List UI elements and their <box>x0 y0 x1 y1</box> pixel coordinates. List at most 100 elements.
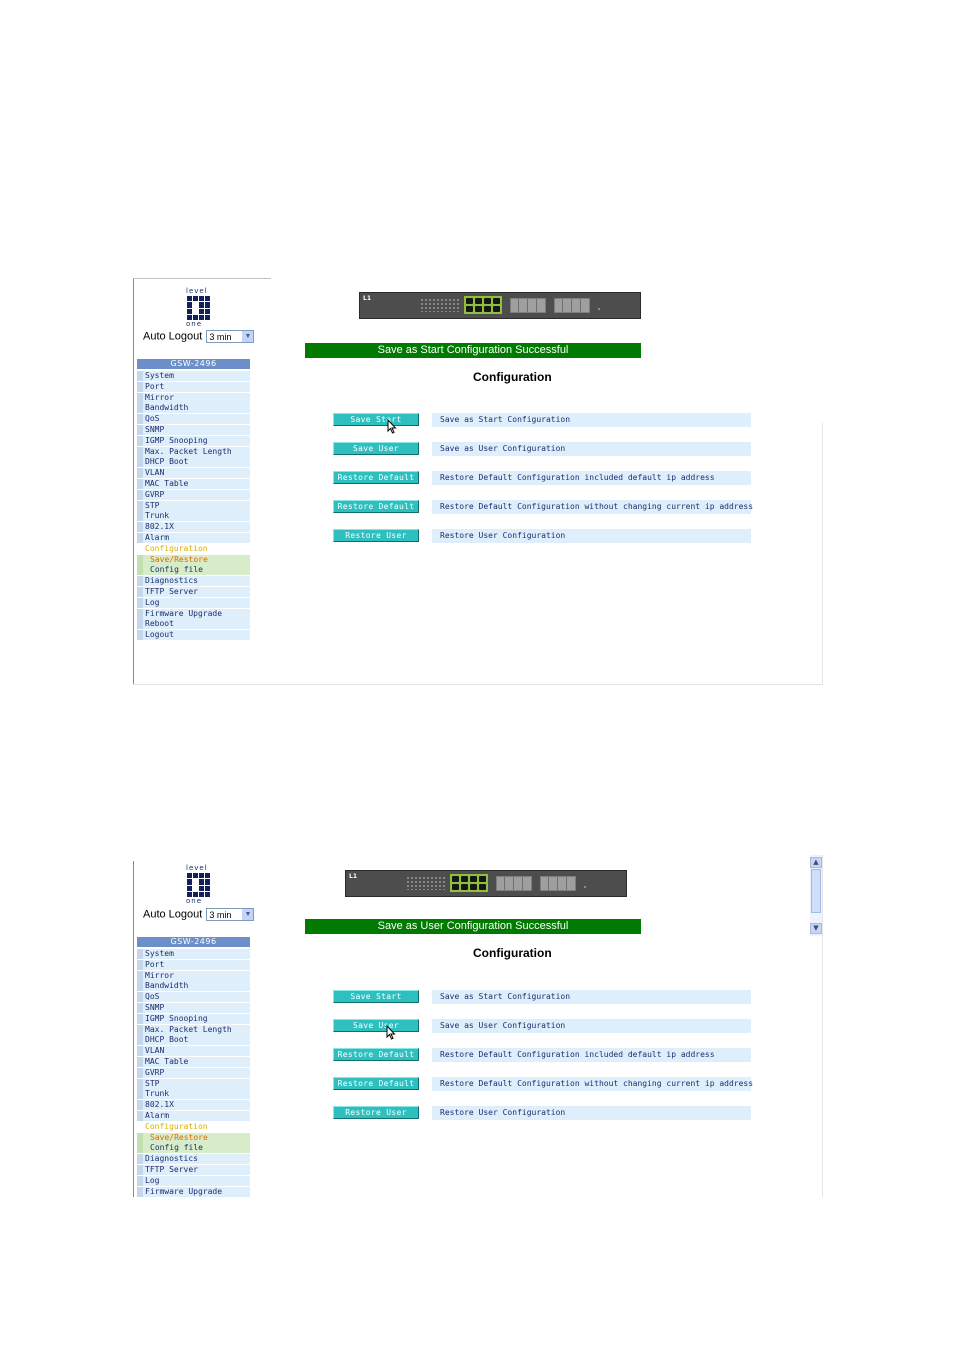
page-title: Configuration <box>473 946 552 960</box>
sidebar-item-save-restore[interactable]: Save/Restore <box>137 554 250 565</box>
sidebar-item-max-packet-length[interactable]: Max. Packet Length <box>137 446 250 457</box>
sidebar-item-alarm[interactable]: Alarm <box>137 532 250 543</box>
switch-front-panel-image: L1 <box>359 292 641 319</box>
sidebar-item-alarm[interactable]: Alarm <box>137 1110 250 1121</box>
logo-text-top: level <box>186 287 208 295</box>
restore-user-button[interactable]: Restore User <box>333 529 419 542</box>
sidebar-item-dhcp-boot[interactable]: DHCP Boot <box>137 457 250 468</box>
frame-line <box>133 861 134 1197</box>
logo-mark-icon <box>187 296 211 320</box>
sidebar-item-igmp-snooping[interactable]: IGMP Snooping <box>137 435 250 446</box>
config-row: Restore Default Restore Default Configur… <box>333 1077 753 1091</box>
config-row: Restore Default Restore Default Configur… <box>333 500 753 514</box>
sidebar-item-igmp-snooping[interactable]: IGMP Snooping <box>137 1013 250 1024</box>
row-description: Restore User Configuration <box>432 529 751 543</box>
sidebar-item-gvrp[interactable]: GVRP <box>137 489 250 500</box>
sidebar-item-firmware-upgrade[interactable]: Firmware Upgrade <box>137 1186 250 1197</box>
sidebar-item-mirror[interactable]: Mirror <box>137 970 250 981</box>
sidebar-item-tftp-server[interactable]: TFTP Server <box>137 1164 250 1175</box>
auto-logout-value: 3 min <box>209 910 232 920</box>
row-description: Save as Start Configuration <box>432 413 751 427</box>
sidebar-item-config-file[interactable]: Config file <box>137 565 250 576</box>
scroll-up-icon[interactable]: ▲ <box>810 857 822 868</box>
sidebar-item-reboot[interactable]: Reboot <box>137 619 250 630</box>
switch-port-block <box>540 876 576 891</box>
sidebar-menu: System Port Mirror Bandwidth QoS SNMP IG… <box>137 371 250 641</box>
sidebar-item-qos[interactable]: QoS <box>137 992 250 1003</box>
sidebar-item-tftp-server[interactable]: TFTP Server <box>137 586 250 597</box>
sidebar-item-logout[interactable]: Logout <box>137 630 250 641</box>
restore-user-button[interactable]: Restore User <box>333 1106 419 1119</box>
sidebar-item-max-packet-length[interactable]: Max. Packet Length <box>137 1024 250 1035</box>
logo-text-top: level <box>186 864 208 872</box>
frame-line <box>133 278 271 279</box>
sidebar-item-diagnostics[interactable]: Diagnostics <box>137 1154 250 1165</box>
screenshot-save-user: level one Auto Logout 3 min ▼ GSW-2496 S… <box>133 855 823 1197</box>
sidebar-item-gvrp[interactable]: GVRP <box>137 1067 250 1078</box>
sidebar-item-config-file[interactable]: Config file <box>137 1143 250 1154</box>
sidebar-item-mirror[interactable]: Mirror <box>137 392 250 403</box>
config-row: Restore User Restore User Configuration <box>333 529 751 543</box>
sidebar-item-bandwidth[interactable]: Bandwidth <box>137 403 250 414</box>
logo-text-bottom: one <box>186 897 203 905</box>
scroll-down-icon[interactable]: ▼ <box>810 923 822 934</box>
switch-port-block <box>496 876 532 891</box>
restore-default-keep-ip-button[interactable]: Restore Default <box>333 500 419 513</box>
frame-line <box>133 278 134 685</box>
frame-line <box>822 855 823 1197</box>
auto-logout-select[interactable]: 3 min ▼ <box>206 330 255 343</box>
save-start-button[interactable]: Save Start <box>333 990 419 1003</box>
sidebar-item-port[interactable]: Port <box>137 381 250 392</box>
sidebar-item-qos[interactable]: QoS <box>137 414 250 425</box>
switch-port-block <box>510 298 546 313</box>
frame-line <box>822 423 823 685</box>
sidebar-item-vlan[interactable]: VLAN <box>137 468 250 479</box>
sidebar-item-vlan[interactable]: VLAN <box>137 1046 250 1057</box>
scrollbar-thumb[interactable] <box>811 869 821 913</box>
levelone-logo: level one <box>186 865 214 905</box>
sidebar-item-snmp[interactable]: SNMP <box>137 1002 250 1013</box>
sidebar-item-diagnostics[interactable]: Diagnostics <box>137 576 250 587</box>
restore-default-button[interactable]: Restore Default <box>333 1048 419 1061</box>
sidebar-item-8021x[interactable]: 802.1X <box>137 522 250 533</box>
screenshot-save-start: level one Auto Logout 3 min ▼ GSW-2496 S… <box>133 278 823 685</box>
save-user-button[interactable]: Save User <box>333 1019 419 1032</box>
sidebar-item-log[interactable]: Log <box>137 1175 250 1186</box>
auto-logout-label: Auto Logout <box>143 908 203 921</box>
sidebar-item-log[interactable]: Log <box>137 597 250 608</box>
sidebar-item-system[interactable]: System <box>137 949 250 959</box>
save-start-button[interactable]: Save Start <box>333 413 419 426</box>
model-header: GSW-2496 <box>137 937 250 947</box>
sidebar-item-trunk[interactable]: Trunk <box>137 511 250 522</box>
vertical-scrollbar[interactable]: ▲ ▼ <box>810 855 822 936</box>
save-user-button[interactable]: Save User <box>333 442 419 455</box>
sidebar-item-mac-table[interactable]: MAC Table <box>137 478 250 489</box>
config-row: Restore Default Restore Default Configur… <box>333 1048 751 1062</box>
config-row: Restore User Restore User Configuration <box>333 1106 751 1120</box>
sidebar-item-dhcp-boot[interactable]: DHCP Boot <box>137 1035 250 1046</box>
switch-led-dot <box>584 886 586 888</box>
sidebar-item-configuration[interactable]: Configuration <box>137 1121 250 1132</box>
chevron-down-icon[interactable]: ▼ <box>242 909 254 920</box>
sidebar-item-configuration[interactable]: Configuration <box>137 543 250 554</box>
row-description: Restore Default Configuration without ch… <box>432 500 753 514</box>
sidebar-item-system[interactable]: System <box>137 371 250 381</box>
sidebar-item-port[interactable]: Port <box>137 959 250 970</box>
sidebar-item-mac-table[interactable]: MAC Table <box>137 1056 250 1067</box>
sidebar-item-8021x[interactable]: 802.1X <box>137 1100 250 1111</box>
sidebar-item-snmp[interactable]: SNMP <box>137 424 250 435</box>
mouse-cursor-icon <box>386 1025 396 1040</box>
frame-line <box>133 684 823 685</box>
sidebar-item-stp[interactable]: STP <box>137 500 250 511</box>
config-row: Save Start Save as Start Configuration <box>333 990 751 1004</box>
restore-default-keep-ip-button[interactable]: Restore Default <box>333 1077 419 1090</box>
auto-logout: Auto Logout 3 min ▼ <box>143 908 255 921</box>
auto-logout-select[interactable]: 3 min ▼ <box>206 908 255 921</box>
sidebar-item-save-restore[interactable]: Save/Restore <box>137 1132 250 1143</box>
sidebar-item-stp[interactable]: STP <box>137 1078 250 1089</box>
sidebar-item-firmware-upgrade[interactable]: Firmware Upgrade <box>137 608 250 619</box>
sidebar-item-bandwidth[interactable]: Bandwidth <box>137 981 250 992</box>
restore-default-button[interactable]: Restore Default <box>333 471 419 484</box>
sidebar-item-trunk[interactable]: Trunk <box>137 1089 250 1100</box>
chevron-down-icon[interactable]: ▼ <box>242 331 254 342</box>
